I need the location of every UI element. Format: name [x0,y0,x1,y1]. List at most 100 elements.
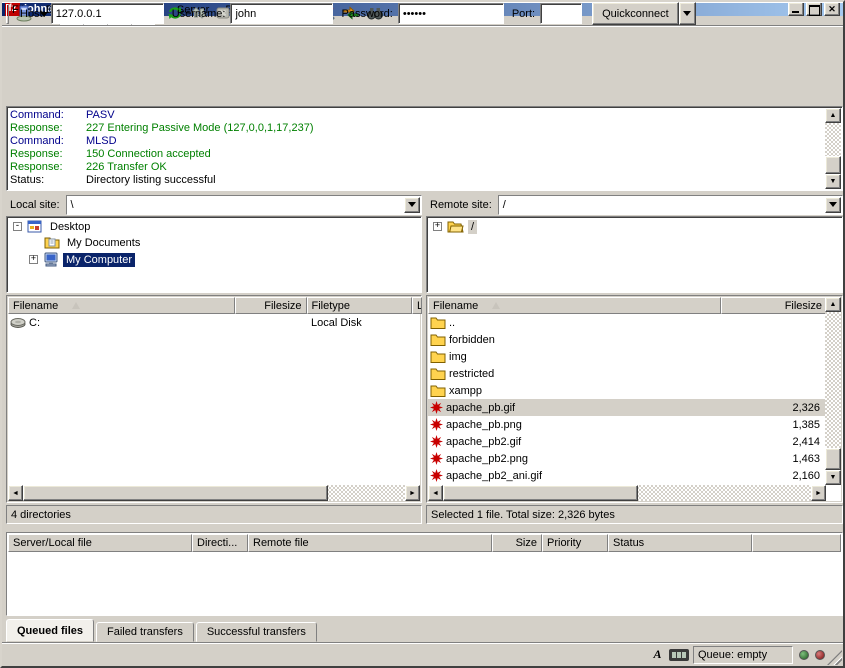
remote-file-row[interactable]: apache_pb2_ani.gif 2,160 [428,467,826,484]
quickconnect-button[interactable]: Quickconnect [592,2,679,25]
local-status-text: 4 directories [11,509,71,521]
tree-label[interactable]: Desktop [47,220,93,234]
local-list-header: Filename Filesize Filetype L [8,297,422,314]
remote-file-row[interactable]: forbidden [428,331,826,348]
column-header-size[interactable]: Size [492,534,542,552]
scroll-right-button[interactable]: ► [405,485,420,501]
tree-item-root[interactable]: + / [427,217,842,234]
folder-icon [447,220,464,233]
local-site-combo[interactable]: \ [66,195,422,215]
remote-file-row[interactable]: apache_pb2.png 1,463 [428,450,826,467]
column-header-status[interactable]: Status [608,534,752,552]
log-scrollbar[interactable]: ▲ ▼ [825,108,841,189]
remote-file-row-selected[interactable]: apache_pb.gif 2,326 [428,399,826,416]
scroll-thumb[interactable] [23,485,328,501]
remote-file-row[interactable]: apache_pb2.gif 2,414 [428,433,826,450]
column-header-filesize[interactable]: Filesize [721,297,827,314]
collapse-icon[interactable]: - [13,222,22,231]
filesize: 2,414 [726,436,826,448]
host-label: Host: [20,8,46,20]
resize-grip[interactable] [827,650,842,665]
sort-ascending-icon [492,302,500,309]
transfer-type-icon[interactable]: A [650,647,665,662]
speed-limit-icon[interactable] [669,649,689,661]
tab-failed-transfers[interactable]: Failed transfers [96,622,194,642]
quickconnect-grip[interactable] [6,4,9,24]
local-status-bar: 4 directories [6,505,422,524]
quickconnect-dropdown[interactable] [679,2,696,25]
scroll-thumb[interactable] [825,156,841,174]
column-header-filename[interactable]: Filename [428,297,721,314]
scroll-left-button[interactable]: ◄ [8,485,23,501]
remote-file-row[interactable]: apache_pb.png 1,385 [428,416,826,433]
remote-horizontal-scrollbar[interactable]: ◄ ► [428,485,826,501]
tab-successful-transfers[interactable]: Successful transfers [196,622,317,642]
password-input[interactable] [398,3,504,24]
filesize: 2,160 [726,470,826,482]
local-file-row[interactable]: C: Local Disk [8,314,420,331]
column-header-server-local-file[interactable]: Server/Local file [8,534,192,552]
combo-dropdown-button[interactable] [825,197,841,213]
scroll-up-button[interactable]: ▲ [825,297,841,312]
combo-dropdown-button[interactable] [404,197,420,213]
green-led-indicator [799,650,809,660]
filename: .. [449,317,455,329]
filename: xampp [449,385,482,397]
quickconnect-bar: Host: Username: Password: Port: Quickcon… [2,2,843,26]
local-site-label: Local site: [6,199,66,211]
scroll-thumb[interactable] [825,448,841,470]
remote-list-body[interactable]: .. forbidden img restricted xampp apac [428,314,826,485]
queue-body[interactable] [8,552,841,614]
remote-file-row[interactable]: restricted [428,365,826,382]
scroll-down-button[interactable]: ▼ [825,470,841,485]
scroll-up-button[interactable]: ▲ [825,108,841,123]
tree-label[interactable]: / [468,220,477,234]
host-input[interactable] [51,3,164,24]
expand-icon[interactable]: + [433,222,442,231]
tree-label[interactable]: My Documents [64,236,143,250]
queue-status-panel: Queue: empty [693,646,793,664]
filename: forbidden [449,334,495,346]
remote-vertical-scrollbar[interactable]: ▲ ▼ [825,297,841,485]
folder-icon [430,384,446,397]
filezilla-window: fz john@127.0.0.1 - FileZilla ✕ File Edi… [0,0,845,668]
username-input[interactable] [230,3,333,24]
filename: restricted [449,368,494,380]
scroll-track[interactable] [825,312,841,470]
column-header-remote-file[interactable]: Remote file [248,534,492,552]
filetype: Local Disk [308,317,414,329]
local-list-body[interactable]: C: Local Disk [8,314,420,485]
column-header-filesize[interactable]: Filesize [235,297,307,314]
column-header-filetype[interactable]: Filetype [307,297,412,314]
remote-tree: + / [426,216,843,293]
local-site-row: Local site: \ [6,194,422,215]
filename: apache_pb2.gif [446,436,521,448]
remote-file-row[interactable]: .. [428,314,826,331]
file-icon [430,452,443,465]
message-log: Command:PASV Response:227 Entering Passi… [6,106,843,191]
tree-item-my-computer[interactable]: + My Computer [7,251,421,268]
local-horizontal-scrollbar[interactable]: ◄ ► [8,485,420,501]
column-header-direction[interactable]: Directi... [192,534,248,552]
chevron-down-icon [683,11,691,16]
tree-label-selected[interactable]: My Computer [63,253,135,267]
scroll-right-button[interactable]: ► [811,485,826,501]
scroll-thumb[interactable] [443,485,638,501]
log-entry: Command:PASV [7,109,842,122]
remote-file-row[interactable]: xampp [428,382,826,399]
tab-queued-files[interactable]: Queued files [6,619,94,642]
queue-header: Server/Local file Directi... Remote file… [8,534,841,552]
remote-site-combo[interactable]: / [498,195,843,215]
remote-file-row[interactable]: img [428,348,826,365]
remote-site-row: Remote site: / [426,194,843,215]
tree-item-desktop[interactable]: - Desktop [7,217,421,234]
scroll-left-button[interactable]: ◄ [428,485,443,501]
folder-icon [430,333,446,346]
port-input[interactable] [540,3,582,24]
expand-icon[interactable]: + [29,255,38,264]
column-header-last-modified[interactable]: L [412,297,422,314]
scroll-down-button[interactable]: ▼ [825,174,841,189]
tree-item-my-documents[interactable]: My Documents [7,234,421,251]
column-header-priority[interactable]: Priority [542,534,608,552]
column-header-filename[interactable]: Filename [8,297,235,314]
